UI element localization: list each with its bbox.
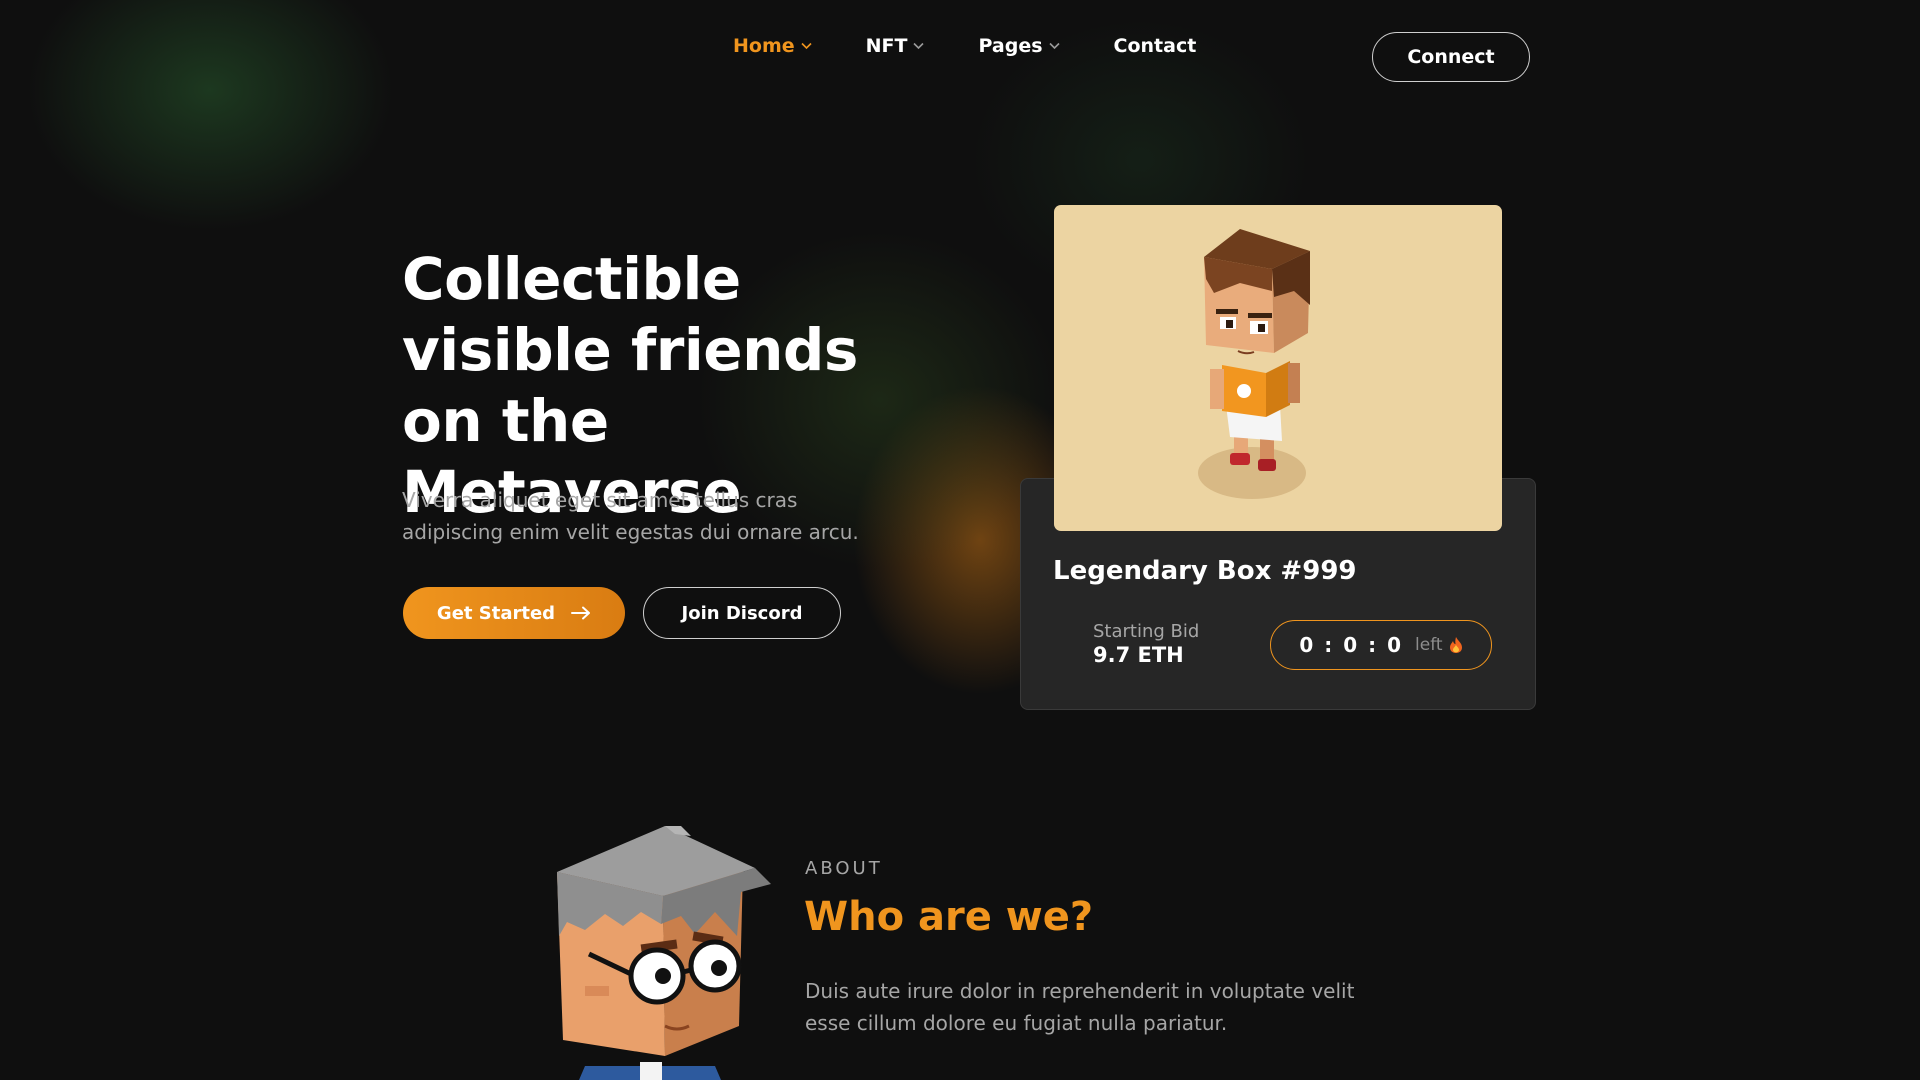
main-nav: Home NFT Pages Contact xyxy=(733,30,1250,62)
connect-button-label: Connect xyxy=(1407,46,1495,68)
starting-bid-value: 9.7 ETH xyxy=(1093,643,1184,667)
fire-icon xyxy=(1449,637,1462,653)
get-started-label: Get Started xyxy=(436,602,556,624)
cube-character-illustration xyxy=(1198,229,1310,499)
chevron-down-icon xyxy=(801,42,812,50)
join-discord-label: Join Discord xyxy=(681,602,803,624)
hero-description: Viverra aliquet eget sit amet tellus cra… xyxy=(402,488,859,544)
about-eyebrow: ABOUT xyxy=(805,858,883,879)
timer-suffix: left xyxy=(1415,635,1463,655)
nav-item-label: Pages xyxy=(978,35,1043,57)
auction-timer: 0 : 0 : 0 left xyxy=(1270,620,1492,670)
nav-item-contact[interactable]: Contact xyxy=(1114,30,1197,62)
chevron-down-icon xyxy=(913,42,925,50)
timer-digits: 0 : 0 : 0 xyxy=(1299,633,1404,657)
nav-item-label: NFT xyxy=(865,35,908,57)
cube-character-glasses-illustration xyxy=(557,826,771,1080)
hero-title-line: visible friends xyxy=(402,316,858,384)
nav-item-label: Contact xyxy=(1113,35,1197,57)
nav-item-label: Home xyxy=(733,35,795,57)
nav-item-home[interactable]: Home xyxy=(733,30,812,62)
hero-title-line: Collectible xyxy=(402,245,741,313)
get-started-button[interactable]: Get Started xyxy=(403,587,625,639)
chevron-down-icon xyxy=(1048,42,1060,50)
nft-card-image[interactable] xyxy=(1054,205,1502,531)
nav-item-nft[interactable]: NFT xyxy=(866,30,925,62)
page: Home NFT Pages Contact Connect Collectib… xyxy=(0,0,1920,1080)
timer-left-label: left xyxy=(1415,635,1443,655)
nft-card-title: Legendary Box #999 xyxy=(1053,556,1357,586)
about-avatar-image xyxy=(545,826,775,1080)
nav-item-pages[interactable]: Pages xyxy=(978,30,1060,62)
starting-bid-label: Starting Bid xyxy=(1093,621,1200,642)
connect-button[interactable]: Connect xyxy=(1372,32,1530,82)
arrow-right-icon xyxy=(571,606,591,620)
about-title: Who are we? xyxy=(804,894,1094,940)
about-description: Duis aute irure dolor in reprehenderit i… xyxy=(805,979,1355,1035)
join-discord-button[interactable]: Join Discord xyxy=(643,587,841,639)
